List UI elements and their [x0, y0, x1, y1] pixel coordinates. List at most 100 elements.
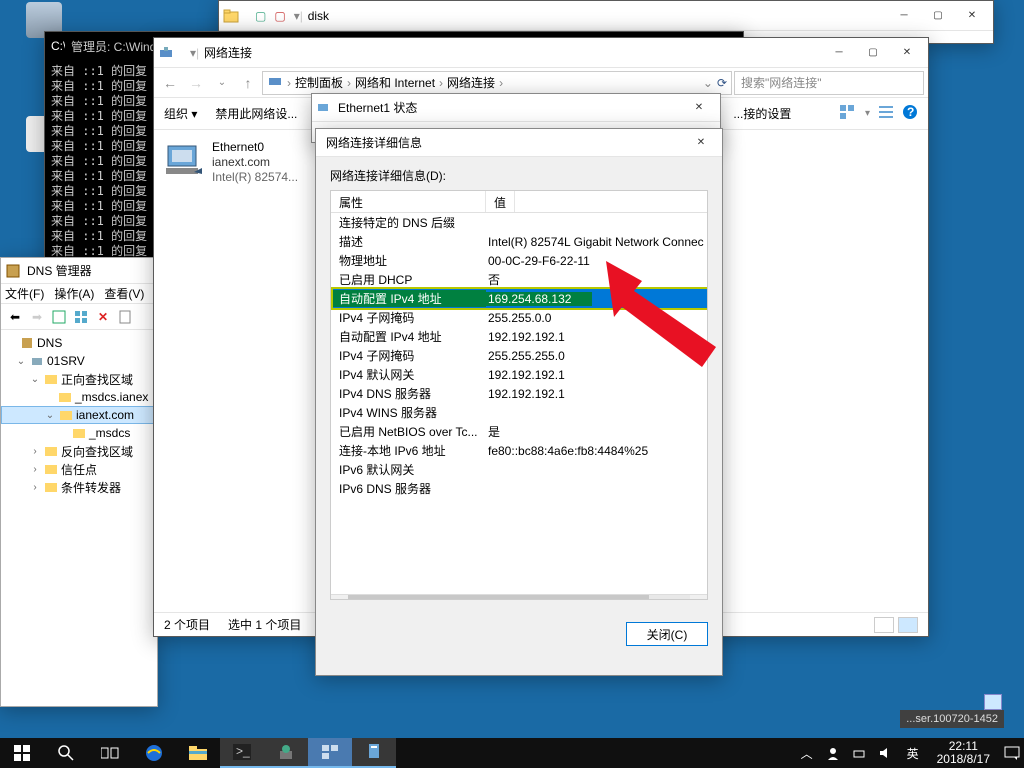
tree-root-dns[interactable]: DNS	[1, 334, 157, 352]
table-row[interactable]: 连接-本地 IPv6 地址fe80::bc88:4a6e:fb8:4484%25	[331, 441, 707, 460]
tree-fwd-zones[interactable]: ⌄正向查找区域	[1, 370, 157, 388]
help-icon[interactable]: ?	[902, 104, 918, 123]
close-dialog-button[interactable]: 关闭(C)	[626, 622, 708, 646]
tray-volume-icon[interactable]	[877, 745, 893, 761]
row-value: 否	[486, 271, 502, 288]
minimize-button[interactable]: ─	[822, 42, 856, 64]
conn-settings-button[interactable]: ...接的设置	[733, 105, 791, 122]
close-button[interactable]: ✕	[682, 97, 716, 119]
tree-msdcs-sub[interactable]: _msdcs	[1, 424, 157, 442]
header-property[interactable]: 属性	[331, 191, 486, 212]
search-button[interactable]	[44, 738, 88, 768]
view-large-icon[interactable]	[898, 617, 918, 633]
refresh-icon[interactable]: ⟳	[717, 76, 727, 90]
table-row[interactable]: 描述Intel(R) 82574L Gigabit Network Connec	[331, 232, 707, 251]
maximize-button[interactable]: ▢	[856, 42, 890, 64]
scroll-left-icon[interactable]: ◂	[331, 595, 348, 601]
close-button[interactable]: ✕	[955, 5, 989, 27]
window-title: 网络连接	[204, 44, 822, 61]
table-row[interactable]: IPv4 WINS 服务器	[331, 403, 707, 422]
table-row[interactable]: IPv4 默认网关192.192.192.1	[331, 365, 707, 384]
show-icon[interactable]	[49, 307, 69, 327]
disable-device-button[interactable]: 禁用此网络设...	[215, 105, 297, 122]
table-row[interactable]: IPv4 DNS 服务器192.192.192.1	[331, 384, 707, 403]
row-property: IPv4 DNS 服务器	[331, 385, 486, 402]
view-thumb-icon[interactable]	[839, 104, 857, 123]
taskbar-dns[interactable]	[352, 738, 396, 768]
maximize-button[interactable]: ▢	[921, 5, 955, 27]
forward-icon[interactable]: ➡	[27, 307, 47, 327]
taskbar-control-panel[interactable]	[308, 738, 352, 768]
tree-msdcs-zone[interactable]: _msdcs.ianex	[1, 388, 157, 406]
search-input[interactable]: 搜索"网络连接"	[734, 71, 924, 95]
table-row[interactable]: IPv4 子网掩码255.255.0.0	[331, 308, 707, 327]
tree-server[interactable]: ⌄01SRV	[1, 352, 157, 370]
horizontal-scrollbar[interactable]: ◂ ▸	[331, 594, 707, 600]
window-title: disk	[308, 9, 887, 23]
notifications-icon[interactable]	[1004, 745, 1020, 761]
ime-indicator[interactable]: 英	[903, 745, 923, 762]
tray-people-icon[interactable]	[825, 745, 841, 761]
minimize-button[interactable]: ─	[887, 5, 921, 27]
qat-icon[interactable]: ▢	[255, 9, 266, 23]
clock[interactable]: 22:11 2018/8/17	[933, 738, 994, 768]
row-property: IPv6 DNS 服务器	[331, 480, 486, 497]
status-selected: 选中 1 个项目	[228, 616, 301, 633]
table-row[interactable]: 已启用 DHCP否	[331, 270, 707, 289]
row-property: 已启用 DHCP	[331, 271, 486, 288]
taskbar-cmd[interactable]: >_	[220, 738, 264, 768]
delete-icon[interactable]: ✕	[93, 307, 113, 327]
breadcrumb-ni[interactable]: 网络和 Internet	[355, 74, 435, 91]
view-details-icon[interactable]	[874, 617, 894, 633]
props-icon[interactable]	[115, 307, 135, 327]
table-row[interactable]: IPv6 默认网关	[331, 460, 707, 479]
organize-menu[interactable]: 组织 ▾	[164, 105, 197, 122]
tray-popup-icon[interactable]	[984, 694, 1002, 710]
taskbar-explorer[interactable]	[176, 738, 220, 768]
taskbar: >_ ︿ 英 22:11 2018/8/17	[0, 738, 1024, 768]
table-row[interactable]: 自动配置 IPv4 地址169.254.68.132	[331, 289, 707, 308]
table-row[interactable]: IPv4 子网掩码255.255.255.0	[331, 346, 707, 365]
table-row[interactable]: 已启用 NetBIOS over Tc...是	[331, 422, 707, 441]
tree-cond-fwd[interactable]: ›条件转发器	[1, 478, 157, 496]
header-value[interactable]: 值	[486, 191, 515, 212]
breadcrumb-dropdown-icon[interactable]: ⌄	[703, 76, 713, 90]
row-value: 192.192.192.1	[486, 368, 567, 382]
row-property: 自动配置 IPv4 地址	[331, 328, 486, 345]
table-row[interactable]: 物理地址00-0C-29-F6-22-11	[331, 251, 707, 270]
view-list-icon[interactable]	[878, 104, 894, 123]
up-button[interactable]: ↑	[236, 71, 260, 95]
tray-network-icon[interactable]	[851, 745, 867, 761]
forward-button[interactable]: →	[184, 71, 208, 95]
menu-file[interactable]: 文件(F)	[5, 285, 44, 302]
scrollbar-thumb[interactable]	[348, 595, 649, 601]
tree-rev-zones[interactable]: ›反向查找区域	[1, 442, 157, 460]
recent-dropdown[interactable]: ⌄	[210, 71, 234, 95]
breadcrumb-nc[interactable]: 网络连接	[447, 74, 495, 91]
start-button[interactable]	[0, 738, 44, 768]
scroll-right-icon[interactable]: ▸	[690, 595, 707, 601]
table-row[interactable]: 自动配置 IPv4 地址192.192.192.1	[331, 327, 707, 346]
tree-trust[interactable]: ›信任点	[1, 460, 157, 478]
back-button[interactable]: ←	[158, 71, 182, 95]
breadcrumb[interactable]: › 控制面板 › 网络和 Internet › 网络连接 › ⌄ ⟳	[262, 71, 732, 95]
taskbar-ie[interactable]	[132, 738, 176, 768]
qat-icon[interactable]: ▢	[274, 9, 285, 23]
network-icon	[158, 45, 174, 61]
table-row[interactable]: 连接特定的 DNS 后缀	[331, 213, 707, 232]
task-view-button[interactable]	[88, 738, 132, 768]
row-property: 连接-本地 IPv6 地址	[331, 442, 486, 459]
tray-up-icon[interactable]: ︿	[799, 745, 815, 761]
back-icon[interactable]: ⬅	[5, 307, 25, 327]
row-value: 192.192.192.1	[486, 330, 567, 344]
tree-ianext-zone[interactable]: ⌄ianext.com	[1, 406, 157, 424]
menu-view[interactable]: 查看(V)	[104, 285, 144, 302]
grid-icon[interactable]	[71, 307, 91, 327]
taskbar-server-mgr[interactable]	[264, 738, 308, 768]
menu-action[interactable]: 操作(A)	[54, 285, 94, 302]
table-row[interactable]: IPv6 DNS 服务器	[331, 479, 707, 498]
close-button[interactable]: ✕	[890, 42, 924, 64]
close-button[interactable]: ✕	[684, 132, 718, 154]
row-value: fe80::bc88:4a6e:fb8:4484%25	[486, 444, 650, 458]
breadcrumb-cp[interactable]: 控制面板	[295, 74, 343, 91]
